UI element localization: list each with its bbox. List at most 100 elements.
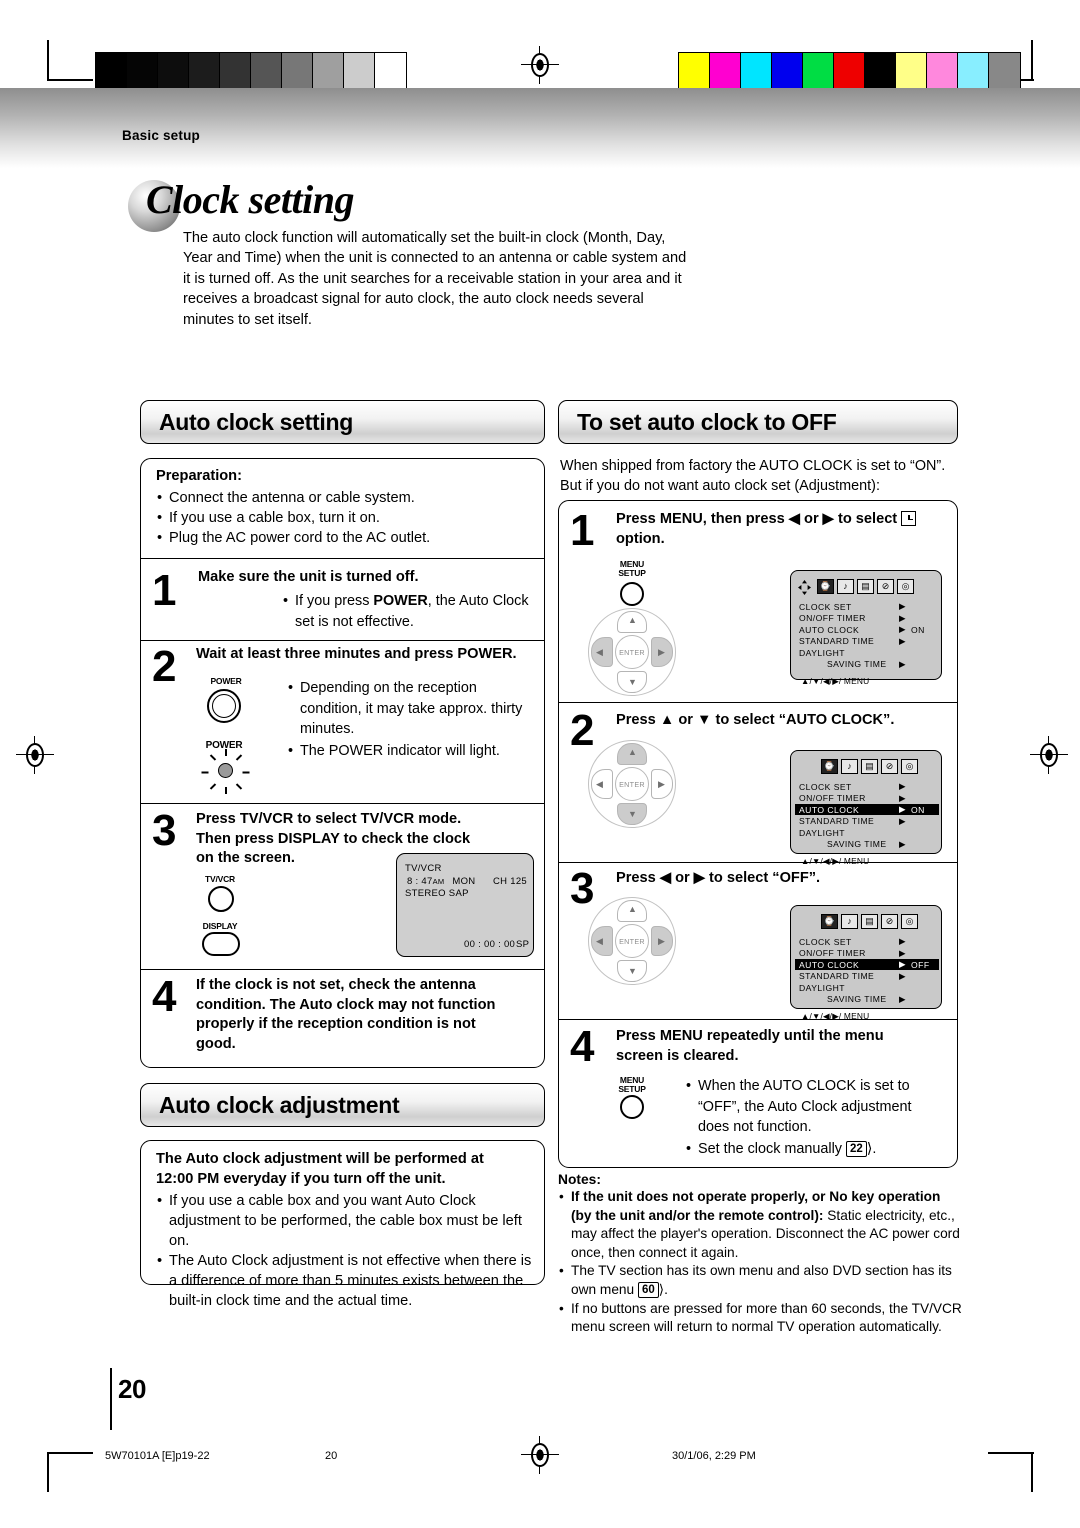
tv-channel: CH 125 [493,876,528,887]
enter-button[interactable]: ENTER [615,924,649,958]
tv-mode-label: TV/VCR [405,863,442,874]
page-ref-badge[interactable]: 22 [845,1140,867,1157]
step-number: 3 [152,806,177,855]
osd-menu-row[interactable]: STANDARD TIME ▶ [795,971,939,982]
osd-menu-row[interactable]: DAYLIGHT [795,647,939,658]
grayscale-calibration-bars [95,52,407,92]
calibration-swatch [834,53,865,91]
calibration-swatch [127,53,158,91]
calibration-swatch [927,53,958,91]
osd-row-label: ON/OFF TIMER [799,793,866,803]
crop-mark-bottom-right-h [988,1452,1034,1454]
enter-button[interactable]: ENTER [615,635,649,669]
osd-menu-row[interactable]: DAYLIGHT [795,827,939,838]
dpad-down-arrow-icon: ▼ [628,966,637,976]
note-rest: The TV section has its own menu and also… [571,1263,952,1297]
osd-menu-row[interactable]: SAVING TIME ▶ [795,659,939,670]
osd-row-label: SAVING TIME [827,839,887,849]
tape-icon: ◎ [901,759,918,774]
notes-title: Notes: [558,1172,601,1187]
dpad-right-arrow-icon: ▶ [658,779,665,789]
crop-mark-bottom-right-v [1031,1452,1033,1492]
tvvcr-button[interactable] [208,886,234,912]
tv-time-value: 8 : 47 [407,876,433,887]
osd-menu-row[interactable]: ON/OFF TIMER ▶ [795,793,939,804]
dpad-right-arrow-icon: ▶ [658,936,665,946]
footer-right: 30/1/06, 2:29 PM [672,1450,756,1462]
list-icon: ▤ [861,759,878,774]
osd-row-label: AUTO CLOCK [799,959,860,970]
step-text: Press MENU, then press ◀ or ▶ to select … [616,510,946,549]
section-heading-label: Auto clock adjustment [159,1091,400,1118]
osd-menu-row[interactable]: CLOCK SET ▶ [795,781,939,792]
power-button[interactable] [207,689,241,723]
osd-row-value: ON [911,804,925,815]
circle-slash-icon: ⊘ [881,759,898,774]
page-header-band: Basic setup [0,88,1080,168]
audio-icon: ♪ [841,914,858,929]
calibration-swatch [710,53,741,91]
osd-row-arrow-icon: ▶ [899,936,907,946]
step-number: 1 [570,506,595,555]
osd-row-value: OFF [911,959,930,970]
osd-row-arrow-icon: ▶ [899,624,907,634]
note-item: • The TV section has its own menu and al… [559,1263,952,1298]
display-button[interactable] [202,932,240,956]
page-ref-chevron: ⟩. [866,1140,877,1157]
osd-row-label: SAVING TIME [827,659,887,669]
osd-menu-row[interactable]: SAVING TIME ▶ [795,839,939,850]
osd-icon-row: ⌚ ♪ ▤ ⊘ ◎ [817,579,914,594]
list-icon: ▤ [861,914,878,929]
osd-row-label: STANDARD TIME [799,816,875,826]
display-button-label: DISPLAY [202,921,238,931]
footer-center: 20 [325,1450,338,1462]
dpad-control[interactable]: ▲ ▼ ◀ ▶ ENTER [588,608,676,696]
dpad-down-arrow-icon: ▼ [628,809,637,819]
power-led-dot [218,763,233,778]
osd-row-arrow-icon: ▶ [899,612,907,623]
divider-step3-step4 [141,969,544,971]
osd-menu-row[interactable]: AUTO CLOCK ▶ ON [795,624,939,635]
calibration-swatch [896,53,927,91]
osd-row-label: STANDARD TIME [799,971,875,981]
dpad-control[interactable]: ▲ ▼ ◀ ▶ ENTER [588,897,676,985]
osd-row-label: AUTO CLOCK [799,804,860,815]
osd-menu-row[interactable]: AUTO CLOCK ▶ OFF [795,959,939,970]
osd-menu-row[interactable]: CLOCK SET ▶ [795,601,939,612]
crop-mark-bottom-left-v [47,1452,49,1492]
tv-clock-time: 8 : 47AM MON [407,876,475,887]
osd-menu-row[interactable]: SAVING TIME ▶ [795,994,939,1005]
osd-menu-row[interactable]: STANDARD TIME ▶ [795,636,939,647]
tape-icon: ◎ [901,914,918,929]
osd-row-label: AUTO CLOCK [799,624,860,635]
intro-paragraph: The auto clock function will automatical… [183,230,687,328]
tv-day: MON [452,876,476,887]
dpad-left-arrow-icon: ◀ [596,647,603,657]
osd-row-arrow-icon: ▶ [899,947,907,958]
osd-row-label: DAYLIGHT [799,647,845,658]
calibration-swatch [313,53,344,91]
page-ref-badge[interactable]: 60 [637,1281,659,1298]
footer-left: 5W70101A [E]p19-22 [105,1450,210,1462]
section-heading-auto-clock-adjustment: Auto clock adjustment [140,1083,545,1127]
step-text: Press ▲ or ▼ to select “AUTO CLOCK”. [616,712,895,728]
osd-menu-row[interactable]: DAYLIGHT [795,982,939,993]
power-button-label: POWER [210,676,242,686]
section-heading-auto-clock-setting: Auto clock setting [140,400,545,444]
menu-setup-button-label: MENU SETUP [604,1076,660,1093]
preparation-item: If you use a cable box, turn it on. [156,508,531,528]
osd-menu-row[interactable]: ON/OFF TIMER ▶ [795,613,939,624]
osd-menu-row[interactable]: STANDARD TIME ▶ [795,816,939,827]
clock-icon: ⌚ [817,579,834,594]
dpad-control[interactable]: ▲ ▼ ◀ ▶ ENTER [588,740,676,828]
menu-setup-button[interactable] [620,1095,644,1119]
registration-mark-left [16,736,54,774]
circle-slash-icon: ⊘ [881,914,898,929]
enter-button[interactable]: ENTER [615,767,649,801]
osd-menu-row[interactable]: CLOCK SET ▶ [795,936,939,947]
calibration-swatch [158,53,189,91]
osd-menu-row[interactable]: AUTO CLOCK ▶ ON [795,804,939,815]
menu-setup-button[interactable] [620,582,644,606]
osd-menu-row[interactable]: ON/OFF TIMER ▶ [795,948,939,959]
setup-label: SETUP [618,1083,646,1094]
